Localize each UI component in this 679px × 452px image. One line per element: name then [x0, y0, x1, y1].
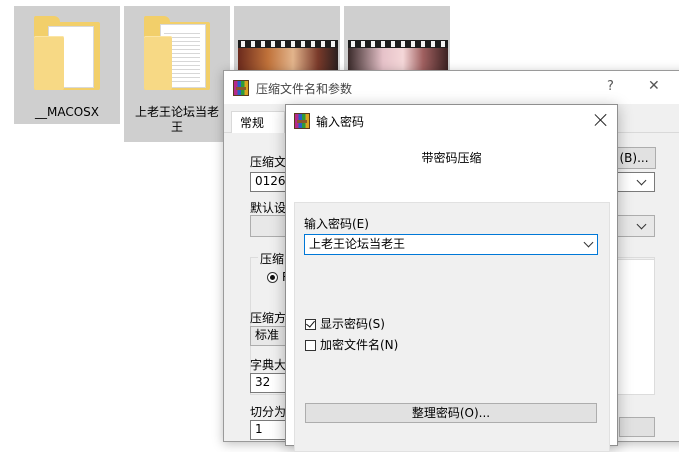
- dictionary-size-label: 字典大: [250, 358, 287, 372]
- desktop-item-video-2[interactable]: [344, 6, 450, 80]
- close-button[interactable]: ✕: [648, 78, 660, 94]
- options-button-bottom[interactable]: [619, 417, 655, 437]
- dialog-title: 输入密码: [316, 115, 365, 129]
- desktop-item-macosx[interactable]: __MACOSX: [14, 6, 120, 124]
- format-radio-rar[interactable]: [267, 272, 278, 283]
- dialog-title: 压缩文件名和参数: [256, 82, 353, 96]
- organize-passwords-button[interactable]: 整理密码(O)...: [305, 403, 597, 423]
- tab-general[interactable]: 常规: [231, 111, 285, 133]
- encrypt-filenames-checkbox[interactable]: [305, 340, 316, 351]
- file-label: __MACOSX: [34, 105, 99, 119]
- folder-icon: [34, 16, 100, 92]
- archive-format-label: 压缩: [258, 250, 287, 267]
- browse-button[interactable]: (B)...: [612, 147, 656, 169]
- compression-method-label: 压缩方: [250, 311, 287, 325]
- encrypt-filenames-label[interactable]: 加密文件名(N): [320, 338, 398, 352]
- show-password-label[interactable]: 显示密码(S): [320, 317, 385, 331]
- folder-icon: [144, 16, 210, 92]
- file-label: 上老王论坛当老王: [134, 105, 219, 134]
- split-volumes-label: 切分为: [250, 405, 287, 419]
- winrar-icon: [233, 80, 249, 96]
- default-profile-label: 默认设: [250, 201, 287, 215]
- help-button[interactable]: ?: [607, 79, 614, 94]
- archive-name-label: 压缩文: [250, 155, 287, 169]
- desktop-item-folder[interactable]: 上老王论坛当老王: [124, 6, 230, 142]
- checkmark-icon: [306, 318, 315, 328]
- right-options-panel: [615, 259, 655, 395]
- password-dialog: 输入密码 带密码压缩 输入密码(E) 上老王论坛当老王 显示密码(S) 加密文件…: [285, 104, 618, 452]
- password-label: 输入密码(E): [304, 217, 369, 231]
- winrar-icon: [294, 113, 310, 129]
- title-bar: 压缩文件名和参数 ? ✕: [224, 71, 679, 104]
- show-password-checkbox[interactable]: [305, 318, 316, 330]
- desktop-item-video-1[interactable]: [234, 6, 340, 80]
- password-input[interactable]: 上老王论坛当老王: [304, 234, 598, 255]
- dialog-heading: 带密码压缩: [421, 151, 482, 165]
- close-icon[interactable]: [594, 113, 608, 127]
